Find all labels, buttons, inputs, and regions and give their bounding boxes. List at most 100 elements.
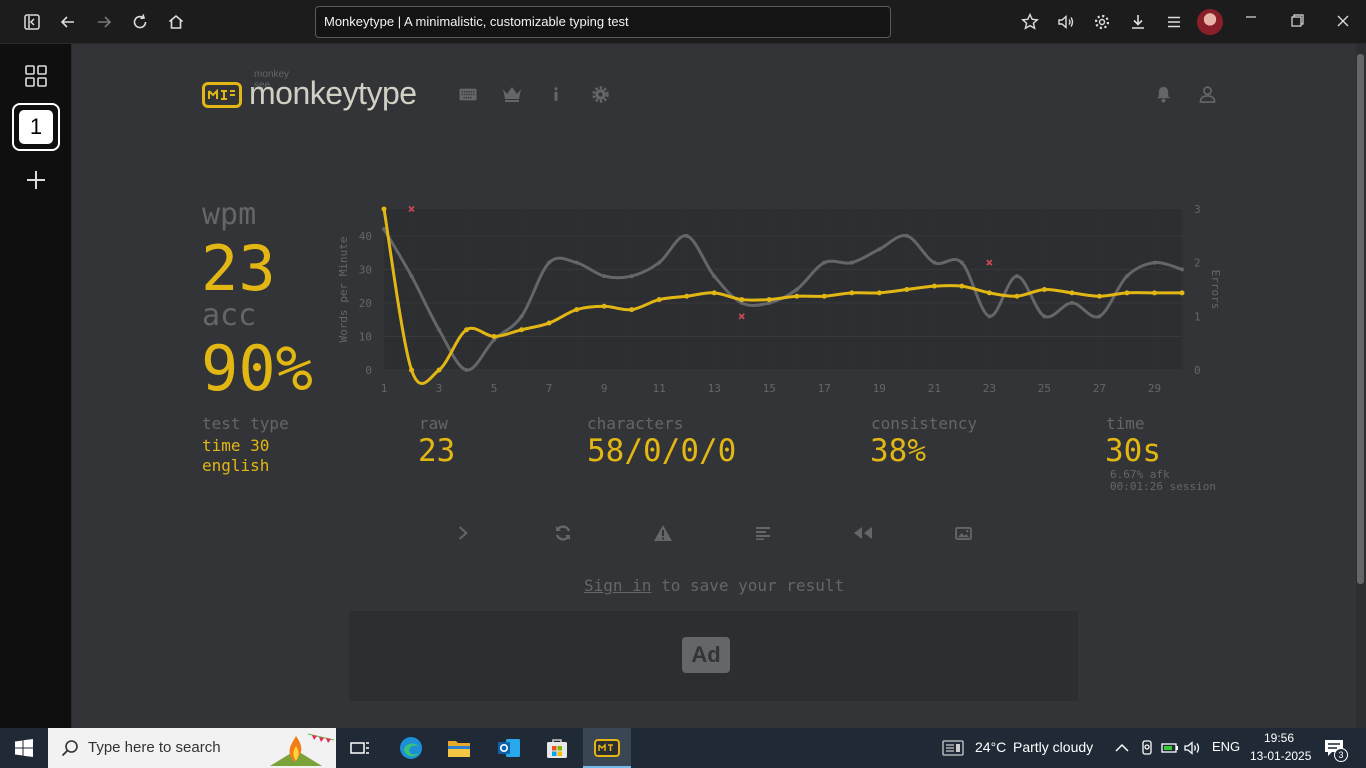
raw-value: 23 (418, 433, 456, 469)
keyboard-icon[interactable] (458, 84, 478, 104)
battery-icon[interactable] (1159, 732, 1181, 764)
raw-point (1069, 300, 1074, 305)
sidebar-toggle-icon[interactable] (20, 10, 44, 34)
wpm-point (766, 297, 772, 303)
weather-widget-icon[interactable] (940, 732, 966, 764)
y-tick-label: 30 (359, 263, 372, 276)
x-tick-label: 21 (928, 382, 941, 395)
info-icon[interactable] (546, 84, 566, 104)
acc-label: acc (202, 298, 257, 333)
time-value: 30s (1105, 433, 1161, 469)
taskbar-active-browser-app[interactable] (583, 728, 631, 768)
save-screenshot-icon[interactable] (952, 522, 974, 544)
speaker-icon[interactable] (1054, 10, 1078, 34)
wpm-point (409, 367, 415, 373)
replay-rewind-icon[interactable] (852, 522, 874, 544)
ad-banner[interactable]: Ad (349, 611, 1078, 701)
settings-gear-icon[interactable] (1090, 10, 1114, 34)
wpm-point (931, 283, 937, 289)
profile-avatar[interactable] (1197, 9, 1223, 35)
account-user-icon[interactable] (1197, 84, 1217, 104)
taskbar-search-input[interactable]: Type here to search (48, 728, 336, 768)
favorite-star-icon[interactable] (1018, 10, 1042, 34)
weather-temperature[interactable]: 24°C (975, 739, 1006, 755)
restore-icon[interactable] (1285, 10, 1309, 34)
outlook-icon[interactable] (493, 732, 525, 764)
notifications-bell-icon[interactable] (1153, 84, 1173, 104)
edge-browser-icon[interactable] (395, 732, 427, 764)
wpm-point (684, 293, 690, 299)
wpm-point (629, 307, 635, 313)
raw-point (849, 260, 854, 265)
volume-icon[interactable] (1182, 732, 1204, 764)
clock-time[interactable]: 19:56 (1264, 731, 1294, 745)
file-explorer-icon[interactable] (443, 732, 475, 764)
address-bar[interactable]: Monkeytype | A minimalistic, customizabl… (315, 6, 891, 38)
raw-point (987, 314, 992, 319)
wpm-chart: 01020304001231 3 5 7 9 11 13 15 17 19 21 23 25 27 29Wo… (337, 203, 1222, 395)
download-icon[interactable] (1126, 10, 1150, 34)
test-type-language: english (202, 456, 270, 475)
add-workspace-icon[interactable] (12, 156, 60, 204)
microsoft-store-icon[interactable] (541, 732, 573, 764)
wpm-point (519, 327, 525, 333)
scrollbar-thumb[interactable] (1357, 54, 1364, 584)
next-test-icon[interactable] (452, 522, 474, 544)
words-history-icon[interactable] (752, 522, 774, 544)
wpm-point (546, 320, 552, 326)
x-tick-label: 29 (1148, 382, 1161, 395)
x-tick-label: 11 (653, 382, 666, 395)
acc-value: 90% (201, 332, 313, 405)
input-language[interactable]: ENG (1212, 739, 1240, 754)
y-tick-label: 10 (359, 330, 372, 343)
menu-icon[interactable] (1162, 10, 1186, 34)
crown-icon[interactable] (502, 84, 522, 104)
raw-point (1152, 260, 1157, 265)
windows-start-icon[interactable] (8, 732, 40, 764)
raw-point (519, 314, 524, 319)
reload-icon[interactable] (128, 10, 152, 34)
y2-tick-label: 1 (1194, 310, 1201, 323)
minimize-icon[interactable] (1239, 10, 1263, 34)
raw-point (437, 327, 442, 332)
workspace-tab-active[interactable]: 1 (12, 103, 60, 151)
monkeytype-page: monkey see monkeytype wpm 23 acc 90% 0 10… (72, 44, 1356, 728)
raw-point (1014, 274, 1019, 279)
y2-tick-label: 2 (1194, 257, 1201, 270)
chevron-up-icon[interactable] (1108, 732, 1136, 764)
raw-point (684, 233, 689, 238)
clock-date[interactable]: 13-01-2025 (1250, 749, 1311, 763)
weather-description[interactable]: Partly cloudy (1013, 739, 1093, 755)
wpm-point (1096, 293, 1102, 299)
wpm-point (986, 290, 992, 296)
wpm-point (1179, 290, 1185, 296)
x-tick-label: 15 (763, 382, 776, 395)
sign-in-link[interactable]: Sign in (584, 576, 651, 595)
y2-axis-label: Errors (1209, 270, 1222, 310)
practice-words-warning-icon[interactable] (652, 522, 674, 544)
workspaces-grid-icon[interactable] (12, 52, 60, 100)
y2-tick-label: 0 (1194, 364, 1201, 377)
raw-point (602, 274, 607, 279)
meet-now-icon[interactable] (1136, 732, 1158, 764)
page-scrollbar[interactable] (1356, 44, 1366, 728)
signin-prompt: Sign in to save your result (584, 576, 844, 595)
wpm-point (436, 367, 442, 373)
y-tick-label: 40 (359, 230, 372, 243)
repeat-test-icon[interactable] (552, 522, 574, 544)
x-tick-label: 13 (708, 382, 721, 395)
close-icon[interactable] (1331, 10, 1355, 34)
notification-center-icon[interactable]: 3 (1318, 732, 1350, 764)
back-icon[interactable] (56, 10, 80, 34)
forward-icon[interactable] (92, 10, 116, 34)
wpm-point (1124, 290, 1130, 296)
signin-rest: to save your result (651, 576, 845, 595)
wpm-point (711, 290, 717, 296)
wpm-point (1014, 293, 1020, 299)
home-icon[interactable] (164, 10, 188, 34)
settings-icon[interactable] (590, 84, 610, 104)
raw-point (1124, 274, 1129, 279)
keyboard-logo-icon (202, 82, 242, 108)
consistency-value: 38% (870, 433, 926, 469)
task-view-icon[interactable] (344, 732, 376, 764)
